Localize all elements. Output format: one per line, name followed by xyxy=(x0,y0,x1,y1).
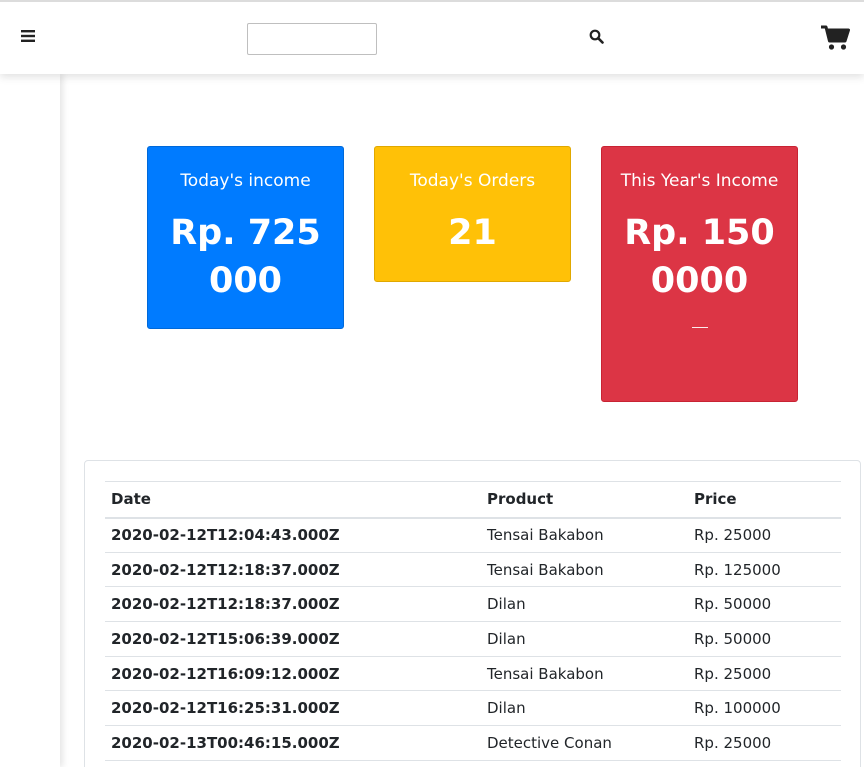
column-header-product: Product xyxy=(481,481,688,519)
table-row: 2020-02-12T12:18:37.000Z Dilan Rp. 50000 xyxy=(105,586,841,623)
card-year-income: This Year's Income Rp. 1500000 xyxy=(601,146,798,402)
cell-product: Dilan xyxy=(481,690,688,727)
cell-date: 2020-02-12T15:06:39.000Z xyxy=(105,621,481,657)
cell-price: Rp. 25000 xyxy=(688,656,841,692)
cell-product: Tensai Bakabon xyxy=(481,552,688,588)
bars-icon xyxy=(21,29,35,47)
column-header-date: Date xyxy=(105,481,481,519)
card-title: This Year's Income xyxy=(620,171,779,191)
cell-price: Rp. 100000 xyxy=(688,690,841,727)
table-row: 2020-02-12T12:18:37.000Z Tensai Bakabon … xyxy=(105,552,841,588)
table-row: 2020-02-12T16:09:12.000Z Tensai Bakabon … xyxy=(105,656,841,692)
cell-product: Dilan xyxy=(481,586,688,623)
orders-table-panel: Date Product Price 2020-02-12T12:04:43.0… xyxy=(84,460,861,767)
cell-product: Tensai Bakabon xyxy=(481,656,688,692)
table-row: 2020-02-12T12:04:43.000Z Tensai Bakabon … xyxy=(105,517,841,553)
card-today-orders: Today's Orders 21 xyxy=(374,146,571,282)
shopping-cart-icon xyxy=(820,25,850,56)
cell-product: Dilan xyxy=(481,621,688,657)
cell-product: Tensai Bakabon xyxy=(481,517,688,553)
cart-button[interactable] xyxy=(817,24,853,56)
cell-product: Detective Conan xyxy=(481,725,688,761)
card-value: Rp. 1500000 xyxy=(624,213,775,301)
cell-date: 2020-02-12T12:18:37.000Z xyxy=(105,552,481,588)
card-title: Today's income xyxy=(180,171,311,191)
orders-table: Date Product Price 2020-02-12T12:04:43.0… xyxy=(105,481,841,761)
cell-price: Rp. 50000 xyxy=(688,586,841,623)
card-title: Today's Orders xyxy=(409,171,536,191)
sidebar xyxy=(0,74,60,767)
card-value: Rp. 725000 xyxy=(170,213,321,301)
table-header-row: Date Product Price xyxy=(105,481,841,519)
cell-date: 2020-02-12T16:25:31.000Z xyxy=(105,690,481,727)
table-row: 2020-02-13T00:46:15.000Z Detective Conan… xyxy=(105,725,841,761)
table-row: 2020-02-12T15:06:39.000Z Dilan Rp. 50000 xyxy=(105,621,841,657)
top-navbar xyxy=(0,0,864,74)
cell-price: Rp. 25000 xyxy=(688,517,841,553)
table-row: 2020-02-12T16:25:31.000Z Dilan Rp. 10000… xyxy=(105,690,841,727)
cell-date: 2020-02-12T12:18:37.000Z xyxy=(105,586,481,623)
cell-date: 2020-02-12T12:04:43.000Z xyxy=(105,517,481,553)
search-button[interactable] xyxy=(584,27,608,51)
cell-date: 2020-02-12T16:09:12.000Z xyxy=(105,656,481,692)
cell-price: Rp. 25000 xyxy=(688,725,841,761)
card-today-income: Today's income Rp. 725000 xyxy=(147,146,344,329)
card-divider xyxy=(691,327,708,328)
search-input[interactable] xyxy=(247,23,377,55)
cell-price: Rp. 125000 xyxy=(688,552,841,588)
column-header-price: Price xyxy=(688,481,841,519)
menu-toggle-button[interactable] xyxy=(17,26,39,50)
search-icon xyxy=(589,29,604,49)
cell-price: Rp. 50000 xyxy=(688,621,841,657)
card-value: 21 xyxy=(448,213,497,253)
cell-date: 2020-02-13T00:46:15.000Z xyxy=(105,725,481,761)
